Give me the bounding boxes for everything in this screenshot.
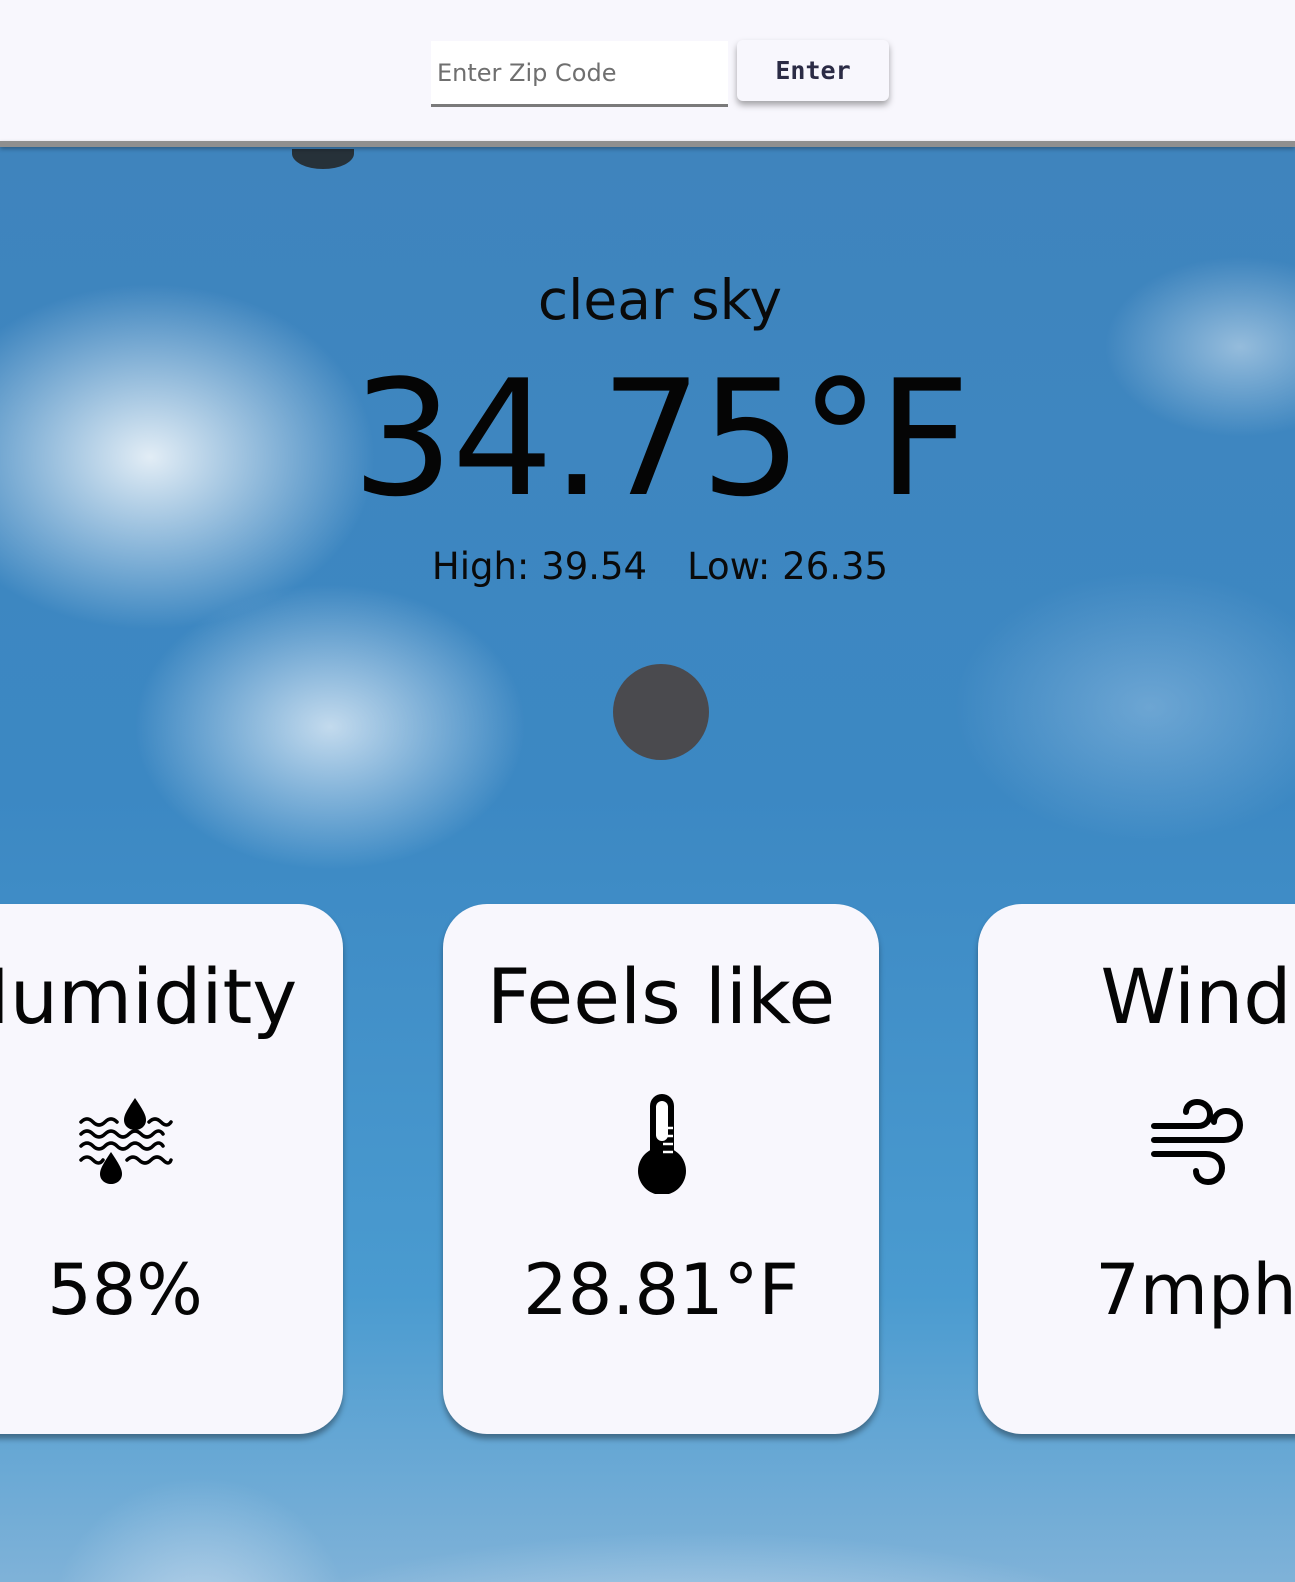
weather-description: clear sky [537,268,783,332]
humidity-icon [79,1098,173,1184]
wind-value: 7mph [1095,1249,1295,1331]
humidity-title: Humidity [0,952,298,1041]
header-divider [0,141,1295,147]
search-bar: Enter [0,0,1295,143]
current-temperature: 34.75°F [351,345,970,532]
weather-app: Enter clear sky 34.75°F High: 39.54 Low: … [0,0,1295,1582]
wind-card: Wind 7mph [978,904,1295,1434]
zip-code-input[interactable] [431,41,728,107]
feels-like-title: Feels like [486,952,836,1041]
wind-title: Wind [1100,952,1292,1041]
feels-like-card: Feels like 28.81°F [443,904,879,1434]
thermometer-icon [638,1094,686,1194]
enter-button[interactable]: Enter [737,40,889,101]
feels-like-value: 28.81°F [523,1249,799,1331]
high-temperature: High: 39.54 [431,545,648,588]
humidity-value: 58% [47,1249,203,1331]
high-low: High: 39.54 Low: 26.35 [0,545,1295,588]
low-temperature: Low: 26.35 [687,545,889,588]
wind-icon [1151,1098,1244,1186]
humidity-card: Humidity 58% [0,904,343,1434]
weather-condition-icon [613,664,709,760]
